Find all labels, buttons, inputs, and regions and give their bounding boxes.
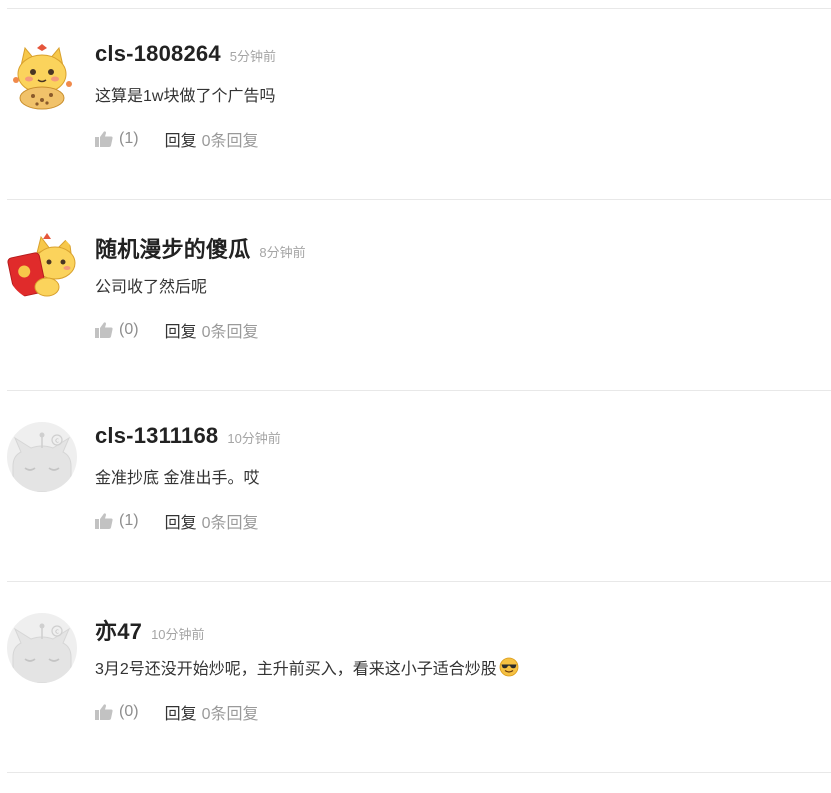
comment-body: 公司收了然后呢 [95, 279, 208, 296]
comment-actions: (1) 回复 0条回复 [95, 127, 258, 151]
username[interactable]: cls-1311168 [95, 423, 218, 449]
avatar[interactable]: c [7, 613, 77, 683]
timestamp: 8分钟前 [259, 245, 306, 260]
reply-button[interactable]: 回复 [165, 318, 197, 342]
reply-count-link[interactable]: 0条回复 [202, 318, 259, 342]
reply-count-link[interactable]: 0条回复 [202, 127, 259, 151]
divider [7, 772, 831, 773]
comment-body: 金准抄底 金准出手。哎 [95, 470, 260, 487]
thumbs-up-icon [95, 704, 113, 720]
comment-header: 亦47 10分钟前 [95, 614, 205, 644]
thumbs-up-icon [95, 322, 113, 338]
like-count: (1) [119, 512, 139, 529]
comment-item: c cls-1311168 10分钟前 金准抄底 金准出手。哎 (1) 回复 0… [0, 391, 831, 581]
username[interactable]: cls-1808264 [95, 41, 221, 67]
avatar[interactable] [7, 231, 77, 301]
yellow-cat-red-envelope-icon [7, 231, 77, 301]
comment-actions: (1) 回复 0条回复 [95, 509, 258, 533]
like-button[interactable]: (0) [95, 703, 139, 721]
comment-item: cls-1808264 5分钟前 这算是1w块做了个广告吗 (1) 回复 0条回… [0, 9, 831, 199]
username[interactable]: 亦47 [95, 614, 142, 646]
comment-actions: (0) 回复 0条回复 [95, 700, 258, 724]
reply-button[interactable]: 回复 [165, 700, 197, 724]
like-button[interactable]: (0) [95, 321, 139, 339]
like-count: (0) [119, 321, 139, 338]
thumbs-up-icon [95, 513, 113, 529]
reply-button[interactable]: 回复 [165, 127, 197, 151]
like-button[interactable]: (1) [95, 512, 139, 530]
gray-default-cat-icon: c [7, 422, 77, 492]
comment-body: 这算是1w块做了个广告吗 [95, 88, 276, 105]
comment-item: c 亦47 10分钟前 3月2号还没开始炒呢，主升前买入，看来这小子适合炒股 (… [0, 582, 831, 772]
reply-button[interactable]: 回复 [165, 509, 197, 533]
comment-text: 3月2号还没开始炒呢，主升前买入，看来这小子适合炒股 [95, 655, 519, 679]
avatar[interactable]: c [7, 422, 77, 492]
like-count: (1) [119, 130, 139, 147]
comment-text: 金准抄底 金准出手。哎 [95, 464, 259, 488]
comment-body: 3月2号还没开始炒呢，主升前买入，看来这小子适合炒股 [95, 661, 497, 678]
comment-text: 这算是1w块做了个广告吗 [95, 82, 275, 106]
comment-actions: (0) 回复 0条回复 [95, 318, 258, 342]
timestamp: 10分钟前 [151, 627, 205, 642]
avatar[interactable] [7, 40, 77, 110]
comment-header: cls-1808264 5分钟前 [95, 41, 276, 71]
username[interactable]: 随机漫步的傻瓜 [95, 232, 250, 264]
comment-header: cls-1311168 10分钟前 [95, 423, 281, 453]
sunglasses-emoji-icon [499, 657, 519, 677]
reply-count-link[interactable]: 0条回复 [202, 700, 259, 724]
like-button[interactable]: (1) [95, 130, 139, 148]
thumbs-up-icon [95, 131, 113, 147]
svg-text:c: c [55, 437, 59, 445]
reply-count-link[interactable]: 0条回复 [202, 509, 259, 533]
svg-text:c: c [55, 628, 59, 636]
comment-item: 随机漫步的傻瓜 8分钟前 公司收了然后呢 (0) 回复 0条回复 [0, 200, 831, 390]
timestamp: 10分钟前 [227, 431, 281, 446]
comment-text: 公司收了然后呢 [95, 273, 207, 297]
timestamp: 5分钟前 [229, 49, 276, 64]
comment-header: 随机漫步的傻瓜 8分钟前 [95, 232, 306, 262]
gray-default-cat-icon: c [7, 613, 77, 683]
like-count: (0) [119, 703, 139, 720]
yellow-cat-cookie-icon [7, 40, 77, 110]
